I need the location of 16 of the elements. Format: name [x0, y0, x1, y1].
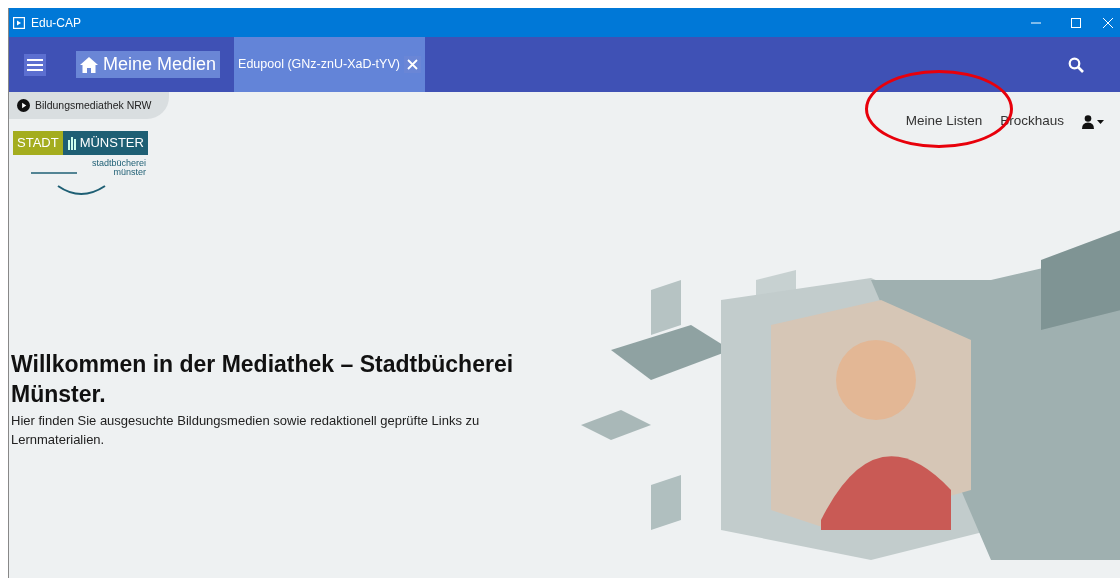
tab[interactable]: Edupool (GNz-znU-XaD-tYV): [234, 37, 425, 92]
welcome-heading: Willkommen in der Mediathek – Stadtbücherei Münster.: [11, 350, 515, 409]
app-icon: [13, 16, 25, 29]
maximize-icon: [1071, 17, 1081, 28]
menu-button[interactable]: [24, 53, 46, 76]
nav-link[interactable]: Meine Listen: [905, 110, 983, 132]
window-title: Edu-CAP: [31, 14, 82, 32]
home-icon: [80, 56, 98, 73]
close-icon: [1103, 17, 1113, 28]
play-icon: [17, 99, 30, 112]
intro-text: Hier finden Sie ausgesuchte Bildungsmedien sowie redaktionell geprüfte Links zu Lernmaterialien.: [11, 411, 481, 449]
home-tab[interactable]: Meine Medien: [76, 51, 221, 78]
library-logo: STADT MÜNSTER stadtbücherei münster: [13, 131, 148, 203]
source-label: Bildungsmediathek NRW: [35, 97, 152, 113]
source-badge[interactable]: Bildungsmediathek NRW: [9, 92, 169, 119]
close-tab-button[interactable]: [403, 56, 421, 73]
